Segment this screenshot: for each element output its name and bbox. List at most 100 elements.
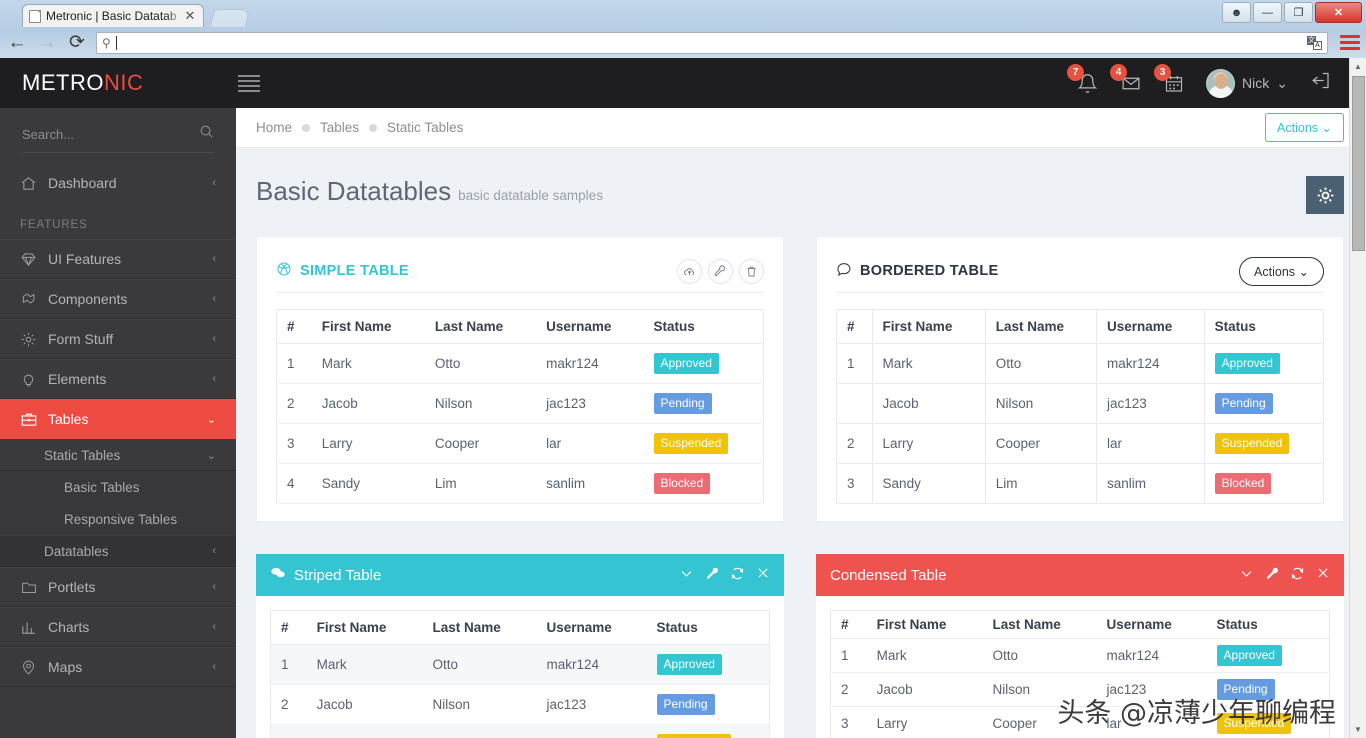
theme-settings-gear-icon[interactable]	[1306, 176, 1344, 214]
chevron-left-icon: ‹	[212, 177, 216, 189]
envelope-icon[interactable]: 4	[1120, 73, 1142, 94]
table-body: 1 Mark Otto makr124 Approved 2 Jacob	[831, 639, 1330, 738]
user-menu[interactable]: Nick ⌄	[1206, 69, 1288, 98]
bordered-table: # First Name Last Name Username Status 1…	[836, 309, 1324, 504]
status-badge: Suspended	[1217, 713, 1292, 734]
globe-icon	[276, 261, 292, 281]
close-icon[interactable]	[756, 566, 770, 584]
logo-main: METRO	[22, 70, 104, 95]
cloud-upload-icon[interactable]	[677, 259, 702, 284]
sidebar-item-elements[interactable]: Elements ‹	[0, 359, 236, 399]
portlet-actions-button[interactable]: Actions ⌄	[1239, 257, 1324, 286]
minimize-button[interactable]: —	[1253, 2, 1282, 23]
wrench-icon[interactable]	[1265, 566, 1279, 584]
refresh-icon[interactable]	[730, 566, 745, 585]
logo-accent: NIC	[104, 70, 143, 95]
sidebar-item-components[interactable]: Components ‹	[0, 279, 236, 319]
puzzle-icon	[20, 291, 48, 308]
address-bar[interactable]: ⚲ 文A	[96, 32, 1328, 54]
sidebar-nav: Dashboard ‹ FEATURES UI Features ‹ Compo…	[0, 163, 236, 687]
sidebar-toggle-icon[interactable]	[238, 75, 260, 92]
status-badge: Suspended	[657, 734, 732, 738]
sidebar-item-maps[interactable]: Maps ‹	[0, 647, 236, 687]
cell-first-name: Mark	[867, 639, 983, 673]
sidebar-item-charts[interactable]: Charts ‹	[0, 607, 236, 647]
table-row: 3 Larry Cooper lar Suspended	[831, 707, 1330, 738]
cell-last-name: Lim	[985, 464, 1096, 504]
close-window-button[interactable]: ✕	[1315, 2, 1362, 23]
chevron-down-icon: ⌄	[1299, 265, 1309, 279]
sidebar-item-label: Components	[48, 291, 127, 307]
col-first-name: First Name	[867, 611, 983, 639]
sidebar-item-static-tables[interactable]: Static Tables ⌄	[0, 439, 236, 471]
status-badge: Approved	[1217, 645, 1282, 666]
browser-menu-icon[interactable]	[1340, 35, 1360, 50]
page-actions-button[interactable]: Actions ⌄	[1265, 113, 1344, 142]
table-row: 1 Mark Otto makr124 Approved	[831, 639, 1330, 673]
translate-icon[interactable]: 文A	[1307, 36, 1322, 50]
calendar-icon[interactable]: 3	[1164, 73, 1184, 94]
back-icon[interactable]: ←	[6, 32, 28, 54]
table-row: 3 Larry Cooper lar Suspended	[271, 725, 770, 738]
tab-close-icon[interactable]: ✕	[183, 8, 197, 24]
browser-tab[interactable]: Metronic | Basic Datatab ✕	[22, 4, 204, 27]
cell-last-name: Otto	[983, 639, 1097, 673]
cell-first-name: Jacob	[312, 384, 425, 424]
chevron-down-icon[interactable]	[1239, 566, 1254, 585]
simple-table: # First Name Last Name Username Status 1…	[276, 309, 764, 504]
app-logo[interactable]: METRONIC	[22, 70, 143, 96]
sidebar-item-ui-features[interactable]: UI Features ‹	[0, 239, 236, 279]
forward-icon[interactable]: →	[36, 32, 58, 54]
wrench-icon[interactable]	[705, 566, 719, 584]
bell-icon[interactable]: 7	[1077, 73, 1098, 94]
trash-icon[interactable]	[739, 259, 764, 284]
breadcrumb-item-home[interactable]: Home	[256, 120, 292, 135]
table-row: 4 Sandy Lim sanlim Blocked	[277, 464, 764, 504]
sidebar-item-dashboard[interactable]: Dashboard ‹	[0, 163, 236, 203]
refresh-icon[interactable]	[1290, 566, 1305, 585]
sidebar-item-datatables[interactable]: Datatables ‹	[0, 535, 236, 567]
sidebar-item-label: Elements	[48, 371, 106, 387]
cell-first-name: Jacob	[872, 384, 985, 424]
sidebar-item-portlets[interactable]: Portlets ‹	[0, 567, 236, 607]
cell-username: jac123	[536, 384, 643, 424]
close-icon[interactable]	[1316, 566, 1330, 584]
breadcrumb-item-static-tables[interactable]: Static Tables	[387, 120, 463, 135]
chevron-left-icon: ‹	[212, 545, 216, 557]
home-icon	[20, 175, 48, 192]
scroll-up-icon[interactable]: ▲	[1350, 58, 1366, 75]
chevron-left-icon: ‹	[212, 661, 216, 673]
comments-icon	[270, 565, 286, 585]
new-tab-button[interactable]	[210, 9, 250, 27]
reload-icon[interactable]: ⟳	[66, 31, 88, 54]
chevron-down-icon: ⌄	[1276, 75, 1288, 92]
sidebar-item-responsive-tables[interactable]: Responsive Tables	[0, 503, 236, 535]
search-input[interactable]	[22, 127, 199, 142]
status-badge: Blocked	[1215, 473, 1272, 494]
col-num: #	[837, 310, 873, 344]
chevron-down-icon[interactable]	[679, 566, 694, 585]
logout-icon[interactable]	[1310, 70, 1332, 96]
sidebar-item-tables[interactable]: Tables ⌄	[0, 399, 236, 439]
breadcrumb-item-tables[interactable]: Tables	[320, 120, 359, 135]
cell-username: sanlim	[536, 464, 643, 504]
portlet-title-text: SIMPLE TABLE	[300, 263, 409, 279]
cell-num: 1	[271, 645, 307, 685]
cell-num: 4	[277, 464, 312, 504]
cell-last-name: Otto	[985, 344, 1096, 384]
search-icon[interactable]	[199, 124, 214, 144]
page-subtitle: basic datatable samples	[458, 188, 603, 203]
col-status: Status	[644, 310, 764, 344]
sidebar-item-basic-tables[interactable]: Basic Tables	[0, 471, 236, 503]
cell-num: 3	[831, 707, 867, 738]
scroll-down-icon[interactable]: ▼	[1350, 721, 1366, 738]
page-scrollbar[interactable]: ▲ ▼	[1349, 58, 1366, 738]
sidebar-item-form-stuff[interactable]: Form Stuff ‹	[0, 319, 236, 359]
cell-status: Suspended	[1207, 707, 1330, 738]
restore-button[interactable]: ❐	[1284, 2, 1313, 23]
wrench-icon[interactable]	[708, 259, 733, 284]
scrollbar-thumb[interactable]	[1352, 76, 1365, 251]
cell-status: Pending	[1207, 673, 1330, 707]
user-profile-button[interactable]: ☻	[1222, 2, 1251, 23]
col-username: Username	[1097, 310, 1205, 344]
